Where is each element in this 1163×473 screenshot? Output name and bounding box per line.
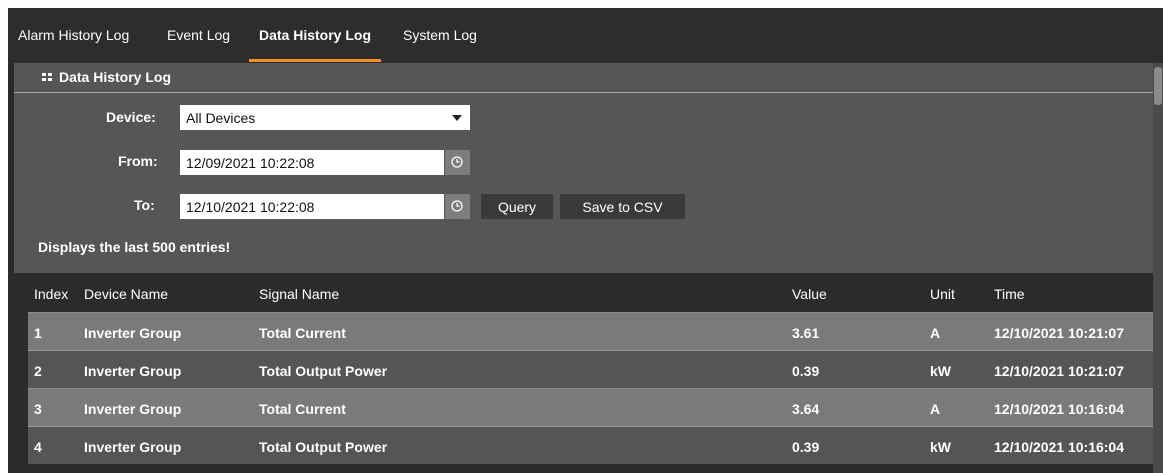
- clock-icon: [451, 200, 463, 212]
- panel-title: Data History Log: [59, 69, 172, 85]
- from-label: From:: [118, 153, 158, 169]
- app-window: Alarm History Log Event Log Data History…: [8, 8, 1163, 473]
- tab-bar: Alarm History Log Event Log Data History…: [8, 8, 1163, 63]
- table-header-row: Index Device Name Signal Name Value Unit…: [28, 273, 1153, 312]
- header-unit: Unit: [930, 286, 955, 302]
- cell-value: 3.61: [792, 325, 820, 341]
- cell-time: 12/10/2021 10:16:04: [994, 439, 1124, 455]
- header-index: Index: [34, 286, 69, 302]
- from-clock-button[interactable]: [445, 150, 470, 175]
- grid-icon: [42, 73, 52, 82]
- cell-device-name: Inverter Group: [84, 439, 182, 455]
- save-to-csv-button[interactable]: Save to CSV: [560, 194, 685, 219]
- device-select[interactable]: All Devices: [180, 105, 470, 130]
- cell-time: 12/10/2021 10:21:07: [994, 363, 1124, 379]
- to-clock-button[interactable]: [445, 194, 470, 219]
- tab-alarm-history-log[interactable]: Alarm History Log: [18, 27, 129, 63]
- table-row[interactable]: 3 Inverter Group Total Current 3.64 A 12…: [28, 388, 1153, 426]
- cell-unit: A: [930, 325, 941, 341]
- header-device-name: Device Name: [84, 286, 169, 302]
- tab-data-history-log[interactable]: Data History Log: [248, 27, 382, 63]
- cell-unit: kW: [930, 439, 951, 455]
- cell-unit: A: [930, 401, 941, 417]
- to-label: To:: [134, 197, 155, 213]
- query-button[interactable]: Query: [481, 194, 553, 219]
- cell-value: 0.39: [792, 363, 820, 379]
- cell-index: 2: [34, 363, 42, 379]
- panel-header: Data History Log: [14, 63, 1153, 93]
- device-select-value: All Devices: [186, 110, 256, 126]
- entries-note: Displays the last 500 entries!: [38, 239, 231, 255]
- tab-event-log[interactable]: Event Log: [167, 27, 230, 63]
- cell-index: 4: [34, 439, 42, 455]
- cell-signal-name: Total Output Power: [259, 363, 388, 379]
- cell-index: 3: [34, 401, 42, 417]
- table-row[interactable]: 4 Inverter Group Total Output Power 0.39…: [28, 426, 1153, 464]
- scrollbar-thumb[interactable]: [1154, 67, 1162, 105]
- header-signal-name: Signal Name: [259, 286, 340, 302]
- clock-icon: [451, 156, 463, 168]
- device-label: Device:: [106, 109, 156, 125]
- cell-device-name: Inverter Group: [84, 401, 182, 417]
- cell-value: 0.39: [792, 439, 820, 455]
- data-table: Index Device Name Signal Name Value Unit…: [28, 273, 1153, 464]
- cell-unit: kW: [930, 363, 951, 379]
- header-value: Value: [792, 286, 827, 302]
- data-history-panel: Data History Log Device: All Devices Fro…: [14, 63, 1153, 273]
- cell-signal-name: Total Output Power: [259, 439, 388, 455]
- cell-time: 12/10/2021 10:21:07: [994, 325, 1124, 341]
- table-row[interactable]: 2 Inverter Group Total Output Power 0.39…: [28, 350, 1153, 388]
- to-date-input[interactable]: [180, 194, 444, 219]
- cell-index: 1: [34, 325, 42, 341]
- from-date-input[interactable]: [180, 150, 444, 175]
- vertical-scrollbar[interactable]: [1153, 63, 1163, 473]
- cell-signal-name: Total Current: [259, 325, 346, 341]
- cell-value: 3.64: [792, 401, 820, 417]
- cell-device-name: Inverter Group: [84, 363, 182, 379]
- chevron-down-icon: [452, 115, 462, 121]
- cell-signal-name: Total Current: [259, 401, 346, 417]
- cell-time: 12/10/2021 10:16:04: [994, 401, 1124, 417]
- cell-device-name: Inverter Group: [84, 325, 182, 341]
- table-row[interactable]: 1 Inverter Group Total Current 3.61 A 12…: [28, 312, 1153, 350]
- header-time: Time: [994, 286, 1025, 302]
- tab-system-log[interactable]: System Log: [403, 27, 477, 63]
